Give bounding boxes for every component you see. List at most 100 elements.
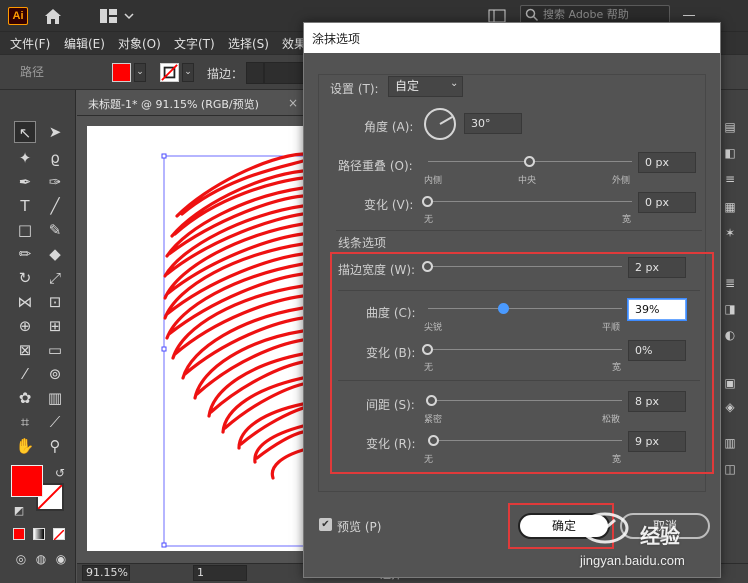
- scribbled-heart-artwork[interactable]: [87, 126, 303, 551]
- path-overlap-min-label: 内侧: [424, 176, 443, 186]
- none-icon: [53, 529, 65, 541]
- rotate-tool-icon[interactable]: ↻: [14, 267, 36, 289]
- gradient-mode-button[interactable]: [33, 528, 45, 540]
- paintbrush-tool-icon[interactable]: ✎: [44, 219, 66, 241]
- brushes-panel-icon[interactable]: ✶: [722, 226, 738, 240]
- path-overlap-mid-label: 中央: [518, 176, 537, 186]
- line-options-heading: 线条选项: [338, 236, 387, 250]
- direct-selection-tool-icon[interactable]: ➤: [44, 121, 66, 143]
- menu-select[interactable]: 选择(S): [228, 35, 269, 52]
- stroke-panel-icon[interactable]: ≣: [722, 276, 738, 290]
- path-overlap-field[interactable]: 0 px: [638, 152, 696, 173]
- free-transform-tool-icon[interactable]: ⊡: [44, 291, 66, 313]
- lasso-tool-icon[interactable]: ϱ: [44, 147, 66, 169]
- perspective-grid-tool-icon[interactable]: ⊞: [44, 315, 66, 337]
- draw-mode-icon[interactable]: ◎: [10, 548, 32, 570]
- swap-colors-icon[interactable]: ↺: [49, 462, 71, 484]
- fill-color-swatch[interactable]: [112, 63, 131, 82]
- angle-needle: [439, 116, 453, 125]
- graphic-styles-panel-icon[interactable]: ◈: [722, 400, 738, 414]
- settings-label: 设置 (T):: [330, 82, 379, 96]
- watermark-text: 经验: [640, 524, 680, 548]
- eraser-tool-icon[interactable]: ◆: [44, 243, 66, 265]
- stroke-weight-field[interactable]: [264, 62, 306, 84]
- path-overlap-label: 路径重叠 (O):: [338, 159, 413, 173]
- chevron-down-icon: ⌄: [450, 78, 459, 89]
- preview-checkbox[interactable]: ✔: [319, 518, 332, 531]
- zoom-tool-icon[interactable]: ⚲: [44, 435, 66, 457]
- home-icon[interactable]: [42, 6, 64, 26]
- fill-swatch-large[interactable]: [11, 465, 43, 497]
- stroke-dropdown-button[interactable]: ⌄: [182, 63, 194, 82]
- document-tab-title: 未标题-1* @ 91.15% (RGB/预览): [88, 98, 259, 111]
- variation-v-track: [428, 201, 632, 202]
- pathfinder-panel-icon[interactable]: ◫: [722, 462, 738, 476]
- close-tab-button[interactable]: ×: [288, 96, 298, 110]
- artboard-tool-icon[interactable]: ⌗: [14, 411, 36, 433]
- pen-tool-icon[interactable]: ✒: [14, 171, 36, 193]
- section-divider: [336, 230, 702, 231]
- watermark-url: jingyan.baidu.com: [580, 553, 685, 568]
- variation-v-field[interactable]: 0 px: [638, 192, 696, 213]
- variation-v-min-label: 无: [424, 215, 434, 225]
- selection-tool-icon[interactable]: ↖: [14, 121, 36, 143]
- default-colors-icon[interactable]: ◩: [8, 500, 30, 522]
- zoom-level-field[interactable]: 91.15%: [82, 565, 130, 581]
- variation-v-max-label: 宽: [622, 215, 632, 225]
- scale-tool-icon[interactable]: ⤢: [44, 267, 66, 289]
- appearance-panel-icon[interactable]: ▣: [722, 376, 738, 390]
- menu-file[interactable]: 文件(F): [10, 35, 50, 52]
- symbol-sprayer-tool-icon[interactable]: ✿: [14, 387, 36, 409]
- gradient-panel-icon[interactable]: ◨: [722, 302, 738, 316]
- selection-type-label: 路径: [20, 65, 45, 79]
- magic-wand-tool-icon[interactable]: ✦: [14, 147, 36, 169]
- variation-v-slider[interactable]: [422, 196, 433, 207]
- dialog-title-bar: [304, 23, 720, 53]
- hand-tool-icon[interactable]: ✋: [14, 435, 36, 457]
- properties-panel-icon[interactable]: ▤: [722, 120, 738, 134]
- artboard-number-field[interactable]: 1: [193, 565, 247, 581]
- width-tool-icon[interactable]: ⋈: [14, 291, 36, 313]
- curvature-tool-icon[interactable]: ✑: [44, 171, 66, 193]
- menu-type[interactable]: 文字(T): [174, 35, 215, 52]
- ok-button[interactable]: 确定: [518, 513, 610, 539]
- shape-builder-tool-icon[interactable]: ⊕: [14, 315, 36, 337]
- slice-tool-icon[interactable]: ⟋: [44, 411, 66, 433]
- workspace-layout-icon[interactable]: [100, 8, 134, 24]
- annotation-highlight-box: [330, 252, 714, 474]
- search-icon: [525, 8, 539, 22]
- fill-dropdown-button[interactable]: ⌄: [134, 63, 146, 82]
- mesh-tool-icon[interactable]: ⊠: [14, 339, 36, 361]
- eyedropper-tool-icon[interactable]: ⁄: [14, 363, 36, 385]
- type-tool-icon[interactable]: T: [14, 195, 36, 217]
- line-tool-icon[interactable]: ╱: [44, 195, 66, 217]
- swatches-panel-icon[interactable]: ▦: [722, 200, 738, 214]
- menu-edit[interactable]: 编辑(E): [64, 35, 105, 52]
- stroke-color-swatch[interactable]: [160, 63, 179, 82]
- draw-behind-icon[interactable]: ◍: [30, 548, 52, 570]
- path-overlap-max-label: 外侧: [612, 176, 631, 186]
- app-logo: Ai: [8, 7, 28, 25]
- menu-object[interactable]: 对象(O): [118, 35, 161, 52]
- angle-field[interactable]: 30°: [464, 113, 522, 134]
- column-graph-tool-icon[interactable]: ▥: [44, 387, 66, 409]
- gradient-tool-icon[interactable]: ▭: [44, 339, 66, 361]
- transparency-panel-icon[interactable]: ◐: [722, 328, 738, 342]
- none-mode-button[interactable]: [53, 528, 65, 541]
- variation-v-label: 变化 (V):: [364, 198, 414, 212]
- angle-dial[interactable]: [423, 107, 457, 141]
- angle-label: 角度 (A):: [364, 120, 414, 134]
- rectangle-tool-icon[interactable]: □: [14, 219, 36, 241]
- preview-label: 预览 (P): [337, 520, 382, 534]
- draw-inside-icon[interactable]: ◉: [50, 548, 72, 570]
- color-mode-button[interactable]: [13, 528, 25, 540]
- align-panel-icon[interactable]: ▥: [722, 436, 738, 450]
- layers-panel-icon[interactable]: ≡: [722, 172, 738, 186]
- libraries-panel-icon[interactable]: ◧: [722, 146, 738, 160]
- blend-tool-icon[interactable]: ⊚: [44, 363, 66, 385]
- stroke-label: 描边：: [207, 67, 244, 81]
- shaper-tool-icon[interactable]: ✏: [14, 243, 36, 265]
- path-overlap-slider[interactable]: [524, 156, 535, 167]
- minimize-button[interactable]: [683, 15, 695, 16]
- stroke-weight-stepper[interactable]: [246, 62, 264, 84]
